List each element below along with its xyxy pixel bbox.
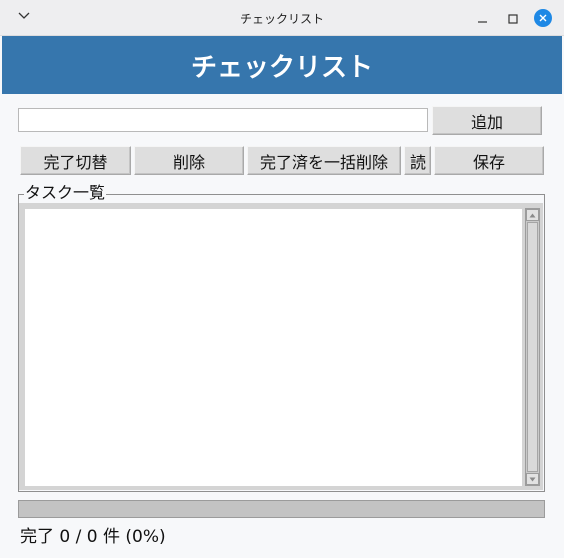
scroll-up-arrow-icon[interactable] — [526, 209, 539, 221]
close-icon[interactable] — [534, 9, 552, 27]
app-header: チェックリスト — [2, 36, 562, 94]
task-input[interactable] — [18, 108, 428, 132]
delete-button[interactable]: 削除 — [134, 146, 244, 175]
task-list-label: タスク一覧 — [24, 183, 107, 203]
minimize-icon[interactable] — [476, 11, 490, 25]
add-button[interactable]: 追加 — [432, 106, 542, 135]
maximize-icon[interactable] — [506, 11, 520, 25]
status-label: 完了 0 / 0 件 (0%) — [20, 527, 166, 547]
clear-completed-button[interactable]: 完了済を一括削除 — [247, 146, 401, 175]
scrollbar-thumb[interactable] — [527, 222, 538, 472]
scroll-down-arrow-icon[interactable] — [526, 473, 539, 485]
load-button[interactable]: 読 — [404, 146, 431, 175]
save-button[interactable]: 保存 — [434, 146, 544, 175]
page-title: チェックリスト — [190, 52, 373, 83]
window-titlebar: チェックリスト — [0, 0, 564, 36]
toggle-complete-button[interactable]: 完了切替 — [20, 146, 131, 175]
progress-bar — [18, 500, 545, 518]
task-listbox[interactable] — [25, 209, 522, 486]
